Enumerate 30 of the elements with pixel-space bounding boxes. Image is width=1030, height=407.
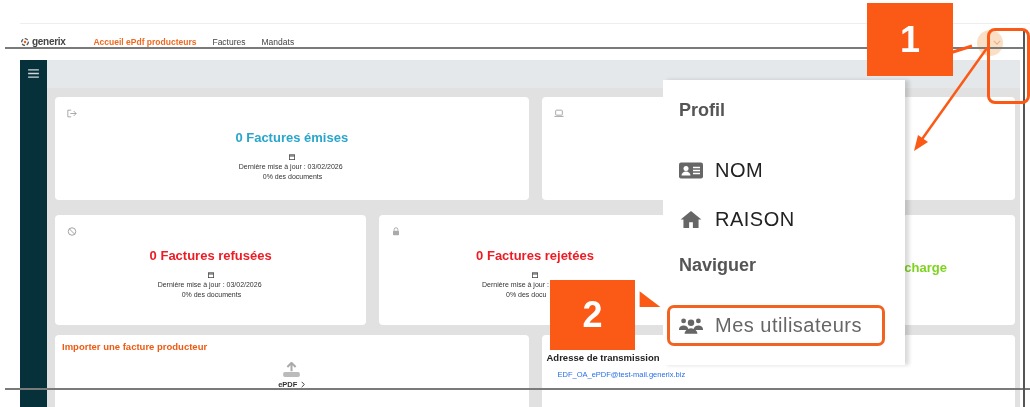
lock-icon [391,227,402,236]
home-icon [679,211,703,228]
calendar-icon [532,272,538,278]
exit-icon [67,109,77,118]
chevron-icon [301,381,306,388]
menu-item[interactable]: NOM [679,159,764,182]
nav-link[interactable]: Mandats [261,37,295,47]
stat-title: 0 Factures rejetées [476,248,594,263]
logo: generix [32,36,66,47]
upload-icon [283,362,301,377]
calendar-icon [288,154,295,160]
menu-icon[interactable] [28,69,39,78]
panel-title: Adresse de transmission [546,352,661,363]
nav-link[interactable]: Factures [212,37,246,47]
stat-title: 0 Factures émises [235,130,349,145]
callout-label: 1 [867,3,953,76]
calendar-icon [207,272,214,278]
laptop-icon [553,109,564,118]
menu-heading: Naviguer [679,255,757,276]
menu-item[interactable]: RAISON [679,208,795,231]
users-icon [679,317,703,334]
stat-title: 0 Factures refusées [149,248,272,263]
callout-label: 2 [550,280,635,350]
stat-title: charge [904,260,947,275]
ban-icon [67,227,77,236]
menu-item[interactable]: Mes utilisateurs [667,305,885,346]
id-card-icon [679,162,703,179]
panel-title: Importer une facture producteur [62,341,209,352]
menu-heading: Profil [679,100,725,121]
logo-icon [20,36,30,47]
